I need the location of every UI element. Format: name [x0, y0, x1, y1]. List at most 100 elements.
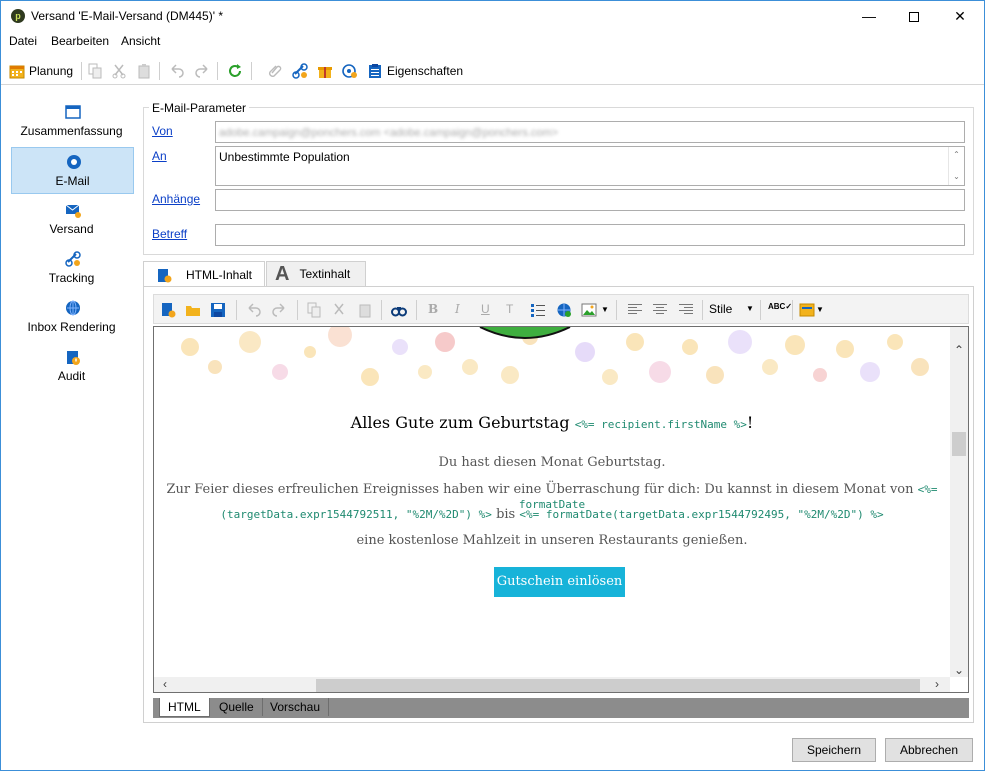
menu-edit[interactable]: Bearbeiten [51, 34, 109, 48]
to-link[interactable]: An [152, 149, 167, 163]
align-center-icon[interactable] [652, 302, 668, 318]
to-field-scrollbar[interactable]: ⌃ ⌄ [948, 147, 964, 185]
undo-icon[interactable] [169, 63, 185, 79]
nav-label-inbox-rendering: Inbox Rendering [27, 320, 116, 334]
from-link[interactable]: Von [152, 124, 173, 138]
nav-item-audit[interactable]: Audit [11, 343, 134, 390]
vertical-scroll-thumb[interactable] [952, 432, 966, 456]
new-document-icon[interactable] [160, 302, 176, 318]
editor-cut-icon[interactable] [331, 302, 347, 318]
editor-horizontal-scrollbar[interactable]: ‹ › [154, 677, 950, 692]
horizontal-scroll-thumb[interactable] [316, 679, 920, 692]
calendar-icon [9, 63, 25, 79]
nav-item-email[interactable]: E-Mail [11, 147, 134, 194]
scroll-left-icon[interactable]: ‹ [156, 677, 174, 691]
redeem-voucher-button[interactable]: Gutschein einlösen [494, 567, 625, 597]
redo-icon[interactable] [194, 63, 210, 79]
headline-text: Alles Gute zum Geburtstag [350, 413, 570, 432]
nav-label-tracking: Tracking [48, 271, 95, 285]
clear-format-icon[interactable]: T [506, 302, 522, 318]
editor-undo-icon[interactable] [246, 302, 262, 318]
to-field[interactable]: Unbestimmte Population ⌃ ⌄ [215, 146, 965, 186]
maximize-button[interactable] [891, 1, 937, 31]
close-button[interactable]: ✕ [937, 1, 983, 31]
align-right-icon[interactable] [678, 302, 694, 318]
copy-icon[interactable] [87, 63, 103, 79]
editor-paste-icon[interactable] [357, 302, 373, 318]
tab-html-content[interactable]: HTML-Inhalt [143, 261, 265, 287]
underline-icon[interactable]: U [481, 302, 497, 318]
subject-link[interactable]: Betreff [152, 227, 187, 241]
refresh-icon[interactable] [227, 63, 243, 79]
subject-field[interactable] [215, 224, 965, 246]
open-folder-icon[interactable] [185, 302, 201, 318]
window-title: Versand 'E-Mail-Versand (DM445)' * [31, 9, 223, 23]
properties-label: Eigenschaften [387, 64, 464, 78]
attachment-icon[interactable] [267, 63, 283, 79]
tab-text-label: Textinhalt [299, 267, 351, 281]
link-icon[interactable] [292, 63, 308, 79]
maximize-icon [909, 12, 919, 23]
menu-view[interactable]: Ansicht [121, 34, 160, 48]
paste-icon[interactable] [136, 63, 152, 79]
from-value: adobe.campaign@ponchers.com <adobe.campa… [219, 127, 559, 139]
editor-toolbar-separator [760, 300, 761, 320]
minimize-button[interactable]: — [846, 1, 892, 31]
scroll-up-icon[interactable]: ⌃ [950, 343, 968, 357]
style-dropdown-chevron-icon[interactable]: ▼ [746, 304, 754, 313]
editor-vertical-scrollbar[interactable]: ⌃ ⌄ [950, 327, 968, 677]
save-button[interactable]: Speichern [792, 738, 876, 762]
view-tab-html[interactable]: HTML [159, 698, 210, 717]
tab-html-label: HTML-Inhalt [186, 267, 253, 282]
attachments-link[interactable]: Anhänge [152, 192, 200, 206]
nav-item-summary[interactable]: Zusammenfassung [11, 98, 134, 145]
insert-link-icon[interactable] [556, 302, 572, 318]
clipboard-list-icon [367, 63, 383, 79]
style-select[interactable]: Stile [709, 302, 732, 316]
spellcheck-icon[interactable]: ABC✓ [768, 302, 792, 318]
gift-icon[interactable] [317, 63, 333, 79]
attachments-field[interactable] [215, 189, 965, 211]
editor-redo-icon[interactable] [271, 302, 287, 318]
editor-view-tabs: HTML Quelle Vorschau [153, 698, 969, 718]
scroll-down-icon[interactable]: ⌄ [950, 663, 968, 677]
target-icon[interactable] [342, 63, 358, 79]
editor-toolbar-separator [416, 300, 417, 320]
cut-icon[interactable] [111, 63, 127, 79]
menu-file[interactable]: Datei [9, 34, 37, 48]
body-line-2-text: Zur Feier dieses erfreulichen Ereignisse… [166, 482, 914, 497]
tab-text-content[interactable]: A Textinhalt [266, 261, 366, 286]
personalization-icon[interactable] [799, 302, 815, 318]
view-tab-preview[interactable]: Vorschau [262, 698, 330, 716]
planning-button[interactable]: Planung [9, 61, 73, 81]
italic-icon[interactable]: I [455, 302, 471, 318]
nav-item-tracking[interactable]: Tracking [11, 245, 134, 292]
nav-label-delivery: Versand [49, 222, 94, 236]
view-tab-source[interactable]: Quelle [211, 698, 263, 716]
editor-toolbar-separator [236, 300, 237, 320]
nav-label-audit: Audit [57, 369, 86, 383]
nav-item-delivery[interactable]: Versand [11, 196, 134, 243]
bulleted-list-icon[interactable] [530, 302, 546, 318]
scroll-right-icon[interactable]: › [928, 677, 946, 691]
text-content-icon: A [275, 262, 290, 285]
tracking-icon [65, 251, 81, 267]
insert-image-icon[interactable] [581, 302, 597, 318]
chevron-down-icon: ⌄ [953, 172, 960, 181]
cancel-button[interactable]: Abbrechen [885, 738, 973, 762]
editor-copy-icon[interactable] [306, 302, 322, 318]
properties-button[interactable]: Eigenschaften [367, 61, 463, 81]
from-field[interactable]: adobe.campaign@ponchers.com <adobe.campa… [215, 121, 965, 143]
nav-item-inbox-rendering[interactable]: Inbox Rendering [11, 294, 134, 341]
image-dropdown-chevron-icon[interactable]: ▼ [601, 302, 617, 318]
editor-toolbar-separator [381, 300, 382, 320]
headline-template-code: <%= recipient.firstName %> [574, 418, 747, 431]
personalization-dropdown-chevron-icon[interactable]: ▼ [816, 302, 832, 318]
save-icon[interactable] [210, 302, 226, 318]
find-binoculars-icon[interactable] [391, 302, 407, 318]
toolbar-separator [217, 62, 218, 80]
html-editor-canvas[interactable]: Alles Gute zum Geburtstag <%= recipient.… [153, 326, 969, 693]
bold-icon[interactable]: B [428, 302, 444, 318]
align-left-icon[interactable] [627, 302, 643, 318]
title-bar: p Versand 'E-Mail-Versand (DM445)' * — ✕ [1, 1, 984, 31]
